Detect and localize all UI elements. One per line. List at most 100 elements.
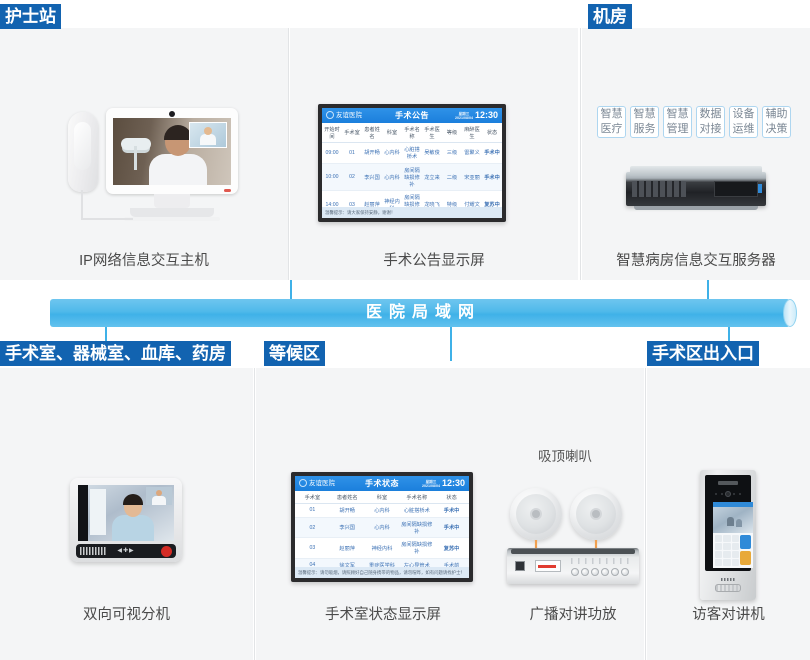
cell: 01 bbox=[342, 142, 362, 164]
ip-host-stand-foot bbox=[124, 217, 220, 221]
cell: 赵丽萍 bbox=[329, 537, 365, 559]
amplifier-knob[interactable] bbox=[611, 568, 619, 576]
hospital-lan-label: 医院局域网 bbox=[365, 304, 481, 321]
amplifier-knob[interactable] bbox=[621, 568, 629, 576]
intercom-ir-led bbox=[715, 493, 717, 495]
tag-data-integration: 数据 对接 bbox=[696, 106, 725, 138]
intercom-unlock-button[interactable] bbox=[740, 551, 751, 565]
server-right-panel bbox=[714, 181, 758, 197]
amplifier-knob[interactable] bbox=[581, 568, 589, 576]
cell: 房间隔缺损修补 bbox=[399, 537, 435, 559]
status-col: 科室 bbox=[364, 491, 400, 505]
intercom-card-reader-icon bbox=[715, 584, 741, 592]
extension-pip-window bbox=[146, 487, 172, 505]
cell: 李兴国 bbox=[362, 163, 382, 192]
cell: 02 bbox=[342, 163, 362, 192]
tag-smart-management: 智慧 管理 bbox=[663, 106, 692, 138]
cell: 胡开畅 bbox=[329, 503, 365, 518]
ip-host-camera-icon bbox=[169, 110, 175, 117]
cell: 神经内科 bbox=[364, 537, 400, 559]
tag-smart-medical: 智慧 医疗 bbox=[597, 106, 626, 138]
intercom-ir-led bbox=[733, 493, 735, 495]
caption-amplifier: 广播对讲功放 bbox=[529, 607, 617, 623]
extension-nav-icons: ◀✚▶ bbox=[117, 548, 135, 554]
broadcast-intercom-amplifier bbox=[507, 548, 639, 584]
cell: 01 bbox=[295, 503, 330, 518]
hospital-lan-bar: 医院局域网 bbox=[50, 299, 797, 327]
intercom-keypad[interactable] bbox=[713, 533, 753, 568]
caption-visitor-intercom: 访客对讲机 bbox=[692, 607, 765, 623]
amplifier-knob[interactable] bbox=[601, 568, 609, 576]
cell: 02 bbox=[295, 517, 330, 539]
ip-host-pip-window bbox=[189, 122, 227, 148]
announce-screen-date: 星期三 2021/08/04 bbox=[454, 111, 473, 120]
intercom-call-button[interactable] bbox=[740, 535, 751, 549]
two-way-video-extension: ◀✚▶ bbox=[70, 478, 182, 562]
status-table-header-row: 手术室 患者姓名 科室 手术名称 状态 bbox=[295, 491, 469, 505]
cell: 心内科 bbox=[364, 517, 400, 539]
status-col: 患者姓名 bbox=[329, 491, 365, 505]
server-status-led bbox=[758, 184, 762, 193]
amplifier-display bbox=[535, 560, 561, 572]
intercom-touchscreen[interactable] bbox=[713, 502, 753, 568]
status-screen-date: 星期三 2021/08/04 bbox=[421, 479, 440, 488]
cell: 心脏搭桥术 bbox=[402, 142, 422, 164]
cell: 雷聚义 bbox=[462, 142, 482, 164]
divider-top-2 bbox=[580, 28, 581, 280]
announce-screen-clock: 星期三 2021/08/04 12:30 bbox=[454, 110, 498, 120]
table-row: 10:00 02 李兴国 心内科 房间隔缺损修补 龙立来 二级 宋亚丽 手术中 bbox=[322, 163, 502, 192]
ip-host-stand-neck bbox=[154, 194, 190, 208]
intercom-camera-preview bbox=[713, 507, 753, 533]
cell: 李兴国 bbox=[329, 517, 365, 539]
label-ceiling-speaker: 吸顶喇叭 bbox=[538, 449, 592, 464]
surgery-announcement-display: 友谊医院 手术公告 星期三 2021/08/04 12:30 开始时间 手术室 患… bbox=[318, 104, 506, 222]
amplifier-aux-port bbox=[515, 561, 525, 571]
zone-badge-surgery-entrance: 手术区出入口 bbox=[647, 341, 759, 366]
ip-host-handset-cord-2 bbox=[81, 218, 133, 220]
extension-screen bbox=[78, 485, 174, 541]
cell: 心内科 bbox=[382, 163, 402, 192]
cell: 09:00 bbox=[322, 142, 342, 164]
connector-waiting-area bbox=[450, 326, 452, 361]
caption-status-display: 手术室状态显示屏 bbox=[325, 607, 441, 623]
surgery-status-display: 友谊医院 手术状态 星期三 2021/08/04 12:30 手术室 患者姓名 科… bbox=[291, 472, 473, 582]
connector-announce-display bbox=[290, 280, 292, 300]
announce-table-header-row: 开始时间 手术室 患者姓名 科室 手术名称 手术医生 等级 麻醉医生 状态 bbox=[322, 123, 502, 144]
announce-col: 麻醉医生 bbox=[462, 123, 482, 144]
status-marquee: 温馨提示：请勿吸烟，请照顾好自己随身携带的物品，请勿喧哗，如有问题请找护士！ bbox=[295, 567, 469, 578]
connector-machine-room bbox=[707, 280, 709, 300]
zone-badge-nurse-station: 护士站 bbox=[0, 4, 61, 29]
cell: 心脏搭桥术 bbox=[399, 503, 435, 518]
table-row: 03 赵丽萍 神经内科 房间隔缺损修补 复苏中 bbox=[295, 537, 469, 559]
extension-call-button[interactable] bbox=[161, 546, 172, 557]
server-drive-bays bbox=[632, 181, 686, 197]
amplifier-level-leds bbox=[571, 558, 631, 564]
extension-speaker-grill-icon bbox=[80, 547, 106, 555]
cell: 心内科 bbox=[364, 503, 400, 518]
status-badge: 手术中 bbox=[482, 142, 502, 164]
ip-host-handset-cord bbox=[81, 190, 83, 220]
cell: 吴敏俊 bbox=[422, 142, 442, 164]
amplifier-knob[interactable] bbox=[571, 568, 579, 576]
cell: 心内科 bbox=[382, 142, 402, 164]
caption-server: 智慧病房信息交互服务器 bbox=[616, 253, 776, 269]
status-badge: 手术中 bbox=[482, 163, 502, 192]
ceiling-speaker-left bbox=[510, 488, 562, 540]
visitor-intercom-device bbox=[700, 470, 756, 600]
status-screen-header: 友谊医院 手术状态 星期三 2021/08/04 12:30 bbox=[295, 476, 469, 491]
cell: 10:00 bbox=[322, 163, 342, 192]
ip-host-handset bbox=[68, 112, 98, 192]
divider-bot-1 bbox=[254, 368, 255, 660]
caption-ip-host: IP网络信息交互主机 bbox=[79, 253, 209, 269]
intercom-keypad-keys[interactable] bbox=[715, 535, 739, 566]
ip-host-monitor bbox=[106, 108, 238, 194]
ip-host-video-feed bbox=[113, 118, 231, 185]
announce-col: 手术名称 bbox=[402, 123, 422, 144]
status-badge: 手术中 bbox=[434, 503, 469, 518]
status-badge: 复苏中 bbox=[434, 537, 469, 559]
amplifier-knob[interactable] bbox=[591, 568, 599, 576]
announce-col: 手术室 bbox=[342, 123, 362, 144]
intercom-camera-icon bbox=[725, 491, 731, 497]
server-capability-tags: 智慧 医疗 智慧 服务 智慧 管理 数据 对接 设备 运维 辅助 决策 bbox=[597, 106, 791, 138]
divider-bot-2 bbox=[645, 368, 646, 660]
